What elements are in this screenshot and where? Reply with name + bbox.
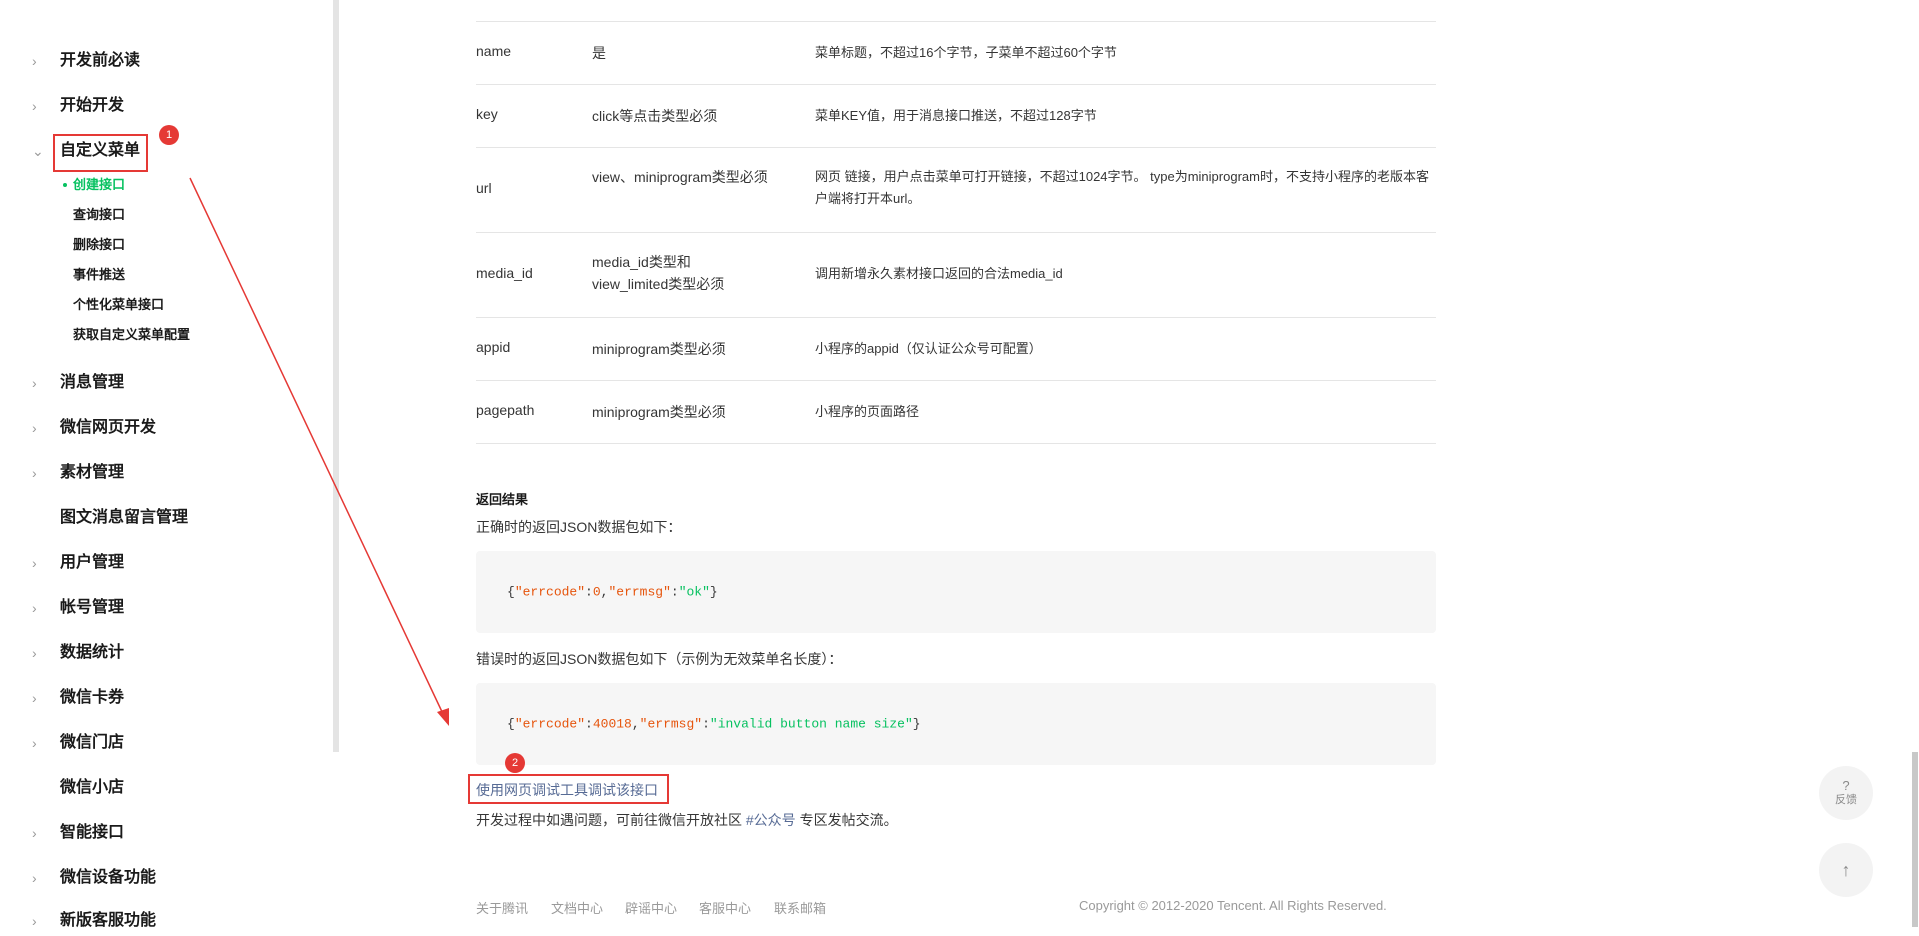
param-desc: 菜单标题，不超过16个字节，子菜单不超过60个字节	[815, 45, 1117, 60]
code-number: 40018	[592, 716, 632, 732]
feedback-label: 反馈	[1835, 794, 1857, 806]
param-required: miniprogram类型必须	[592, 404, 726, 420]
arrow-up-icon: ↑	[1841, 859, 1851, 880]
code-brace: }	[709, 584, 718, 600]
code-key: "errmsg"	[639, 716, 703, 732]
param-name: media_id	[476, 265, 533, 281]
feedback-button[interactable]: ? 反馈	[1819, 766, 1873, 820]
param-desc: 网页 链接，用户点击菜单可打开链接，不超过1024字节。 type为minipr…	[815, 169, 1429, 206]
error-code-block: {"errcode":40018,"errmsg":"invalid butto…	[476, 683, 1436, 765]
section-heading: 返回结果	[476, 492, 529, 507]
code-key: "errcode"	[514, 584, 586, 600]
code-brace: {	[507, 716, 515, 732]
code-number: 0	[592, 584, 601, 600]
code-string: "invalid button name size"	[709, 716, 913, 732]
community-note: 开发过程中如遇问题，可前往微信开放社区 #公众号 专区发帖交流。	[476, 810, 898, 830]
community-text: 专区发帖交流。	[795, 812, 898, 828]
footer-link-rumors[interactable]: 辟谣中心	[625, 898, 677, 917]
param-required: 是	[592, 45, 606, 61]
code-key: "errcode"	[514, 716, 586, 732]
footer-link-about[interactable]: 关于腾讯	[476, 898, 528, 917]
table-row: media_id media_id类型和view_limited类型必须 调用新…	[476, 233, 1436, 318]
annotation-badge-2: 2	[505, 753, 525, 773]
table-row: key click等点击类型必须 菜单KEY值，用于消息接口推送，不超过128字…	[476, 85, 1436, 148]
footer-link-email[interactable]: 联系邮箱	[774, 898, 826, 917]
table-row: pagepath miniprogram类型必须 小程序的页面路径	[476, 381, 1436, 444]
param-desc: 小程序的appid（仅认证公众号可配置）	[815, 341, 1042, 356]
param-desc: 调用新增永久素材接口返回的合法media_id	[815, 266, 1063, 281]
param-name: name	[476, 43, 512, 59]
code-string: "ok"	[678, 584, 710, 600]
code-key: "errmsg"	[608, 584, 671, 600]
question-icon: ?	[1842, 778, 1850, 793]
param-name: key	[476, 106, 498, 122]
page-scrollbar[interactable]	[1912, 752, 1918, 927]
param-desc: 菜单KEY值，用于消息接口推送，不超过128字节	[815, 108, 1097, 123]
community-text: 开发过程中如遇问题，可前往微信开放社区	[476, 812, 746, 828]
param-required: click等点击类型必须	[592, 108, 718, 124]
param-required: media_id类型和view_limited类型必须	[592, 254, 725, 292]
param-name: appid	[476, 339, 511, 355]
table-row: url view、miniprogram类型必须 网页 链接，用户点击菜单可打开…	[476, 148, 1436, 233]
param-required: view、miniprogram类型必须	[592, 169, 768, 185]
footer-link-support[interactable]: 客服中心	[699, 898, 751, 917]
success-description: 正确时的返回JSON数据包如下：	[476, 519, 682, 535]
param-desc: 小程序的页面路径	[815, 404, 920, 419]
error-description: 错误时的返回JSON数据包如下（示例为无效菜单名长度）：	[476, 651, 843, 667]
param-name: pagepath	[476, 402, 535, 418]
back-to-top-button[interactable]: ↑	[1819, 843, 1873, 897]
table-row: name 是 菜单标题，不超过16个字节，子菜单不超过60个字节	[476, 22, 1436, 85]
footer-copyright: Copyright © 2012-2020 Tencent. All Right…	[1079, 898, 1387, 913]
param-required: miniprogram类型必须	[592, 341, 726, 357]
footer-link-docs[interactable]: 文档中心	[551, 898, 603, 917]
code-brace: }	[912, 716, 921, 732]
annotation-box-2	[468, 774, 669, 804]
community-link[interactable]: #公众号	[746, 812, 796, 828]
table-row: appid miniprogram类型必须 小程序的appid（仅认证公众号可配…	[476, 318, 1436, 381]
success-code-block: {"errcode":0,"errmsg":"ok"}	[476, 551, 1436, 633]
code-brace: {	[507, 584, 515, 600]
param-name: url	[476, 180, 492, 196]
